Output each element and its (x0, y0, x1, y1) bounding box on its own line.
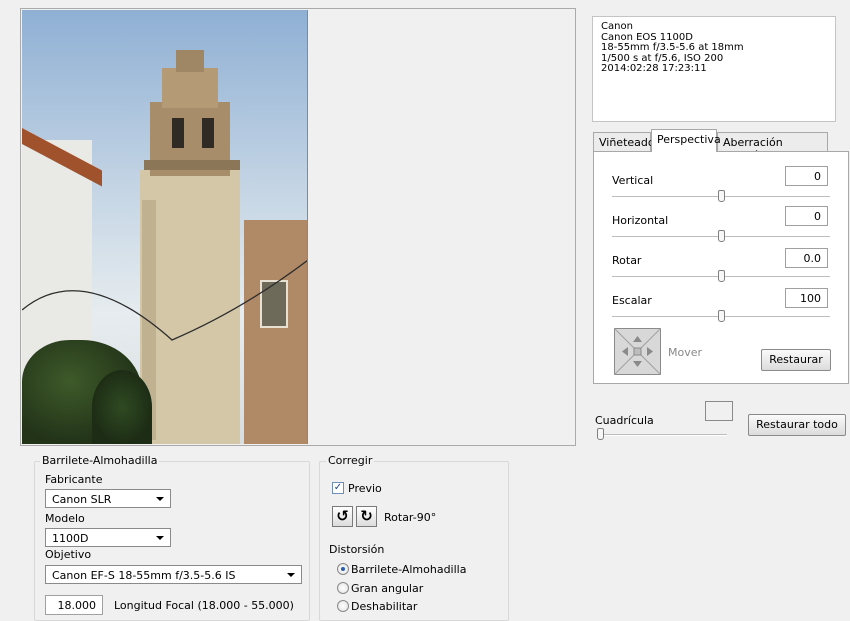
barrel-pincushion-label: Barrilete-Almohadilla (351, 563, 467, 576)
model-value: 1100D (52, 532, 89, 545)
checkmark-icon: ✓ (333, 482, 343, 493)
vertical-value[interactable]: 0 (785, 166, 828, 186)
rotate-value[interactable]: 0.0 (785, 248, 828, 268)
distortion-label: Distorsión (329, 543, 385, 556)
scale-slider-thumb[interactable] (717, 310, 725, 322)
horizontal-value[interactable]: 0 (785, 206, 828, 226)
grid-label: Cuadrícula (595, 414, 654, 427)
grid-color-swatch[interactable] (705, 401, 733, 421)
model-select[interactable]: 1100D (45, 528, 171, 547)
tab-perspectiva[interactable]: Perspectiva (651, 129, 721, 152)
focal-length-label: Longitud Focal (18.000 - 55.000) (114, 599, 294, 612)
tab-aberracion-cromatica[interactable]: Aberración Cromática (717, 132, 828, 162)
grid-slider-thumb[interactable] (597, 428, 604, 440)
grid-slider-track[interactable] (597, 434, 727, 436)
radio-barrel-pincushion[interactable] (337, 563, 349, 575)
dropdown-arrow-icon (156, 536, 164, 540)
lens-value: Canon EF-S 18-55mm f/3.5-5.6 IS (52, 569, 236, 582)
rotate-slider-thumb[interactable] (717, 270, 725, 282)
lens-label: Objetivo (45, 548, 92, 561)
lens-group-title: Barrilete-Almohadilla (40, 454, 160, 467)
perspective-panel: Vertical 0 Horizontal 0 Rotar 0.0 Escala… (593, 151, 849, 384)
lens-select[interactable]: Canon EF-S 18-55mm f/3.5-5.6 IS (45, 565, 302, 584)
maker-select[interactable]: Canon SLR (45, 489, 171, 508)
disable-label: Deshabilitar (351, 600, 418, 613)
restore-all-button[interactable]: Restaurar todo (748, 414, 846, 436)
preview-checkbox[interactable]: ✓ (332, 482, 344, 494)
rotate-90-label: Rotar-90° (384, 511, 437, 524)
tab-vineteado[interactable]: Viñeteado (593, 132, 655, 152)
move-label: Mover (668, 346, 703, 359)
rotate-right-icon: ↻ (360, 507, 373, 525)
vertical-slider-thumb[interactable] (717, 190, 725, 202)
exif-info: Canon Canon EOS 1100D 18-55mm f/3.5-5.6 … (592, 16, 836, 122)
radio-wide-angle[interactable] (337, 582, 349, 594)
scale-value[interactable]: 100 (785, 288, 828, 308)
horizontal-label: Horizontal (612, 214, 669, 227)
rotate-left-button[interactable]: ↺ (332, 506, 353, 527)
radio-disable[interactable] (337, 600, 349, 612)
horizontal-slider-thumb[interactable] (717, 230, 725, 242)
preview-label: Previo (348, 482, 382, 495)
model-label: Modelo (45, 512, 85, 525)
rotate-left-icon: ↺ (336, 507, 349, 525)
maker-label: Fabricante (45, 473, 103, 486)
dropdown-arrow-icon (287, 573, 295, 577)
wide-angle-label: Gran angular (351, 582, 424, 595)
vertical-label: Vertical (612, 174, 654, 187)
correct-group-title: Corregir (326, 454, 375, 467)
restore-button[interactable]: Restaurar (761, 349, 831, 371)
rotate-right-button[interactable]: ↻ (356, 506, 377, 527)
move-pad-icon[interactable] (614, 328, 661, 375)
photo-preview (22, 10, 308, 444)
focal-length-input[interactable]: 18.000 (45, 595, 103, 615)
maker-value: Canon SLR (52, 493, 112, 506)
rotate-label: Rotar (612, 254, 642, 267)
scale-label: Escalar (612, 294, 652, 307)
dropdown-arrow-icon (156, 497, 164, 501)
